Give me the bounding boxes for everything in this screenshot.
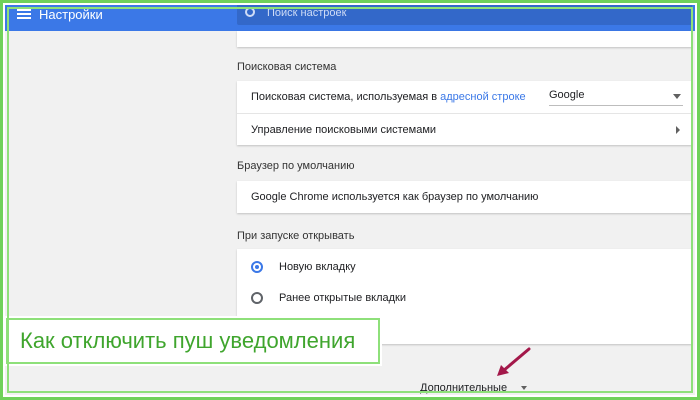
startup-option-label: Ранее открытые вкладки xyxy=(279,291,407,304)
manage-search-engines-label: Управление поисковыми системами xyxy=(251,123,437,136)
search-icon xyxy=(245,7,255,17)
chevron-right-icon xyxy=(676,126,680,134)
section-title-default-browser: Браузер по умолчанию xyxy=(237,160,355,172)
chevron-down-icon xyxy=(521,386,528,390)
startup-option-label: Новую вкладку xyxy=(279,260,356,273)
banner-text: Как отключить пуш уведомления xyxy=(20,328,356,353)
arrow-icon xyxy=(497,347,531,376)
default-browser-card: Google Chrome используется как браузер п… xyxy=(237,181,692,213)
page-title: Настройки xyxy=(39,7,103,22)
address-bar-link[interactable]: адресной строке xyxy=(440,91,526,103)
search-engine-card: Поисковая система, используемая в адресн… xyxy=(237,81,692,145)
search-input[interactable]: Поиск настроек xyxy=(237,5,692,25)
advanced-label: Дополнительные xyxy=(420,382,508,394)
startup-option-previous-tabs[interactable]: Ранее открытые вкладки xyxy=(237,282,692,313)
default-browser-label: Google Chrome используется как браузер п… xyxy=(251,191,539,203)
search-engine-row: Поисковая система, используемая в адресн… xyxy=(237,81,692,113)
startup-option-new-tab[interactable]: Новую вкладку xyxy=(237,251,692,282)
search-engine-select-value: Google xyxy=(549,89,585,101)
previous-card xyxy=(237,31,692,47)
advanced-button[interactable]: Дополнительные xyxy=(420,382,528,394)
title-banner: Как отключить пуш уведомления xyxy=(6,318,380,364)
section-title-search-engine: Поисковая система xyxy=(237,61,337,73)
search-placeholder: Поиск настроек xyxy=(267,7,347,19)
section-title-startup: При запуске открывать xyxy=(237,230,355,242)
search-engine-label: Поисковая система, используемая в xyxy=(251,91,438,103)
menu-icon[interactable] xyxy=(17,9,31,19)
default-browser-row: Google Chrome используется как браузер п… xyxy=(237,181,692,213)
search-engine-select[interactable]: Google xyxy=(549,89,683,106)
app-header: Настройки Поиск настроек xyxy=(5,5,695,31)
manage-search-engines-row[interactable]: Управление поисковыми системами xyxy=(237,113,692,145)
radio-new-tab[interactable] xyxy=(251,260,263,273)
radio-previous-tabs[interactable] xyxy=(251,291,263,304)
chevron-down-icon xyxy=(673,94,681,99)
